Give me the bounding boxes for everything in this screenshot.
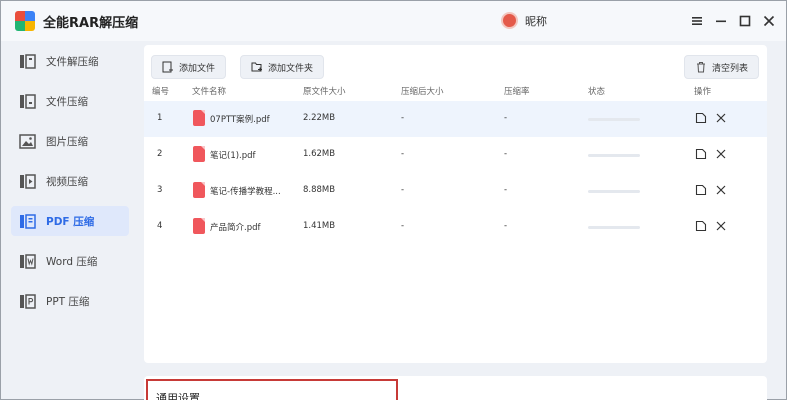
remove-icon[interactable] bbox=[715, 220, 727, 232]
user-name[interactable]: 昵称 bbox=[525, 13, 547, 29]
file-list-panel: 添加文件 添加文件夹 清空列表 编号 文件名称 原文件大小 压缩后大小 压缩率 … bbox=[144, 45, 767, 363]
comp-size: - bbox=[401, 185, 405, 195]
close-icon[interactable] bbox=[761, 13, 777, 29]
row-index: 1 bbox=[157, 113, 163, 123]
app-window: 全能RAR解压缩 昵称 文件解压缩 文件压缩 图片压缩 视频压缩 PDF 压缩 … bbox=[0, 0, 787, 400]
orig-size: 1.41MB bbox=[303, 221, 336, 231]
row-index: 2 bbox=[157, 149, 163, 159]
remove-icon[interactable] bbox=[715, 148, 727, 160]
open-folder-icon[interactable] bbox=[695, 148, 707, 160]
sidebar: 文件解压缩 文件压缩 图片压缩 视频压缩 PDF 压缩 Word 压缩 PPT … bbox=[1, 41, 137, 400]
app-logo-icon bbox=[15, 11, 35, 31]
progress-bar bbox=[588, 226, 640, 229]
sidebar-item-label: PDF 压缩 bbox=[46, 215, 95, 228]
title-bar: 全能RAR解压缩 昵称 bbox=[1, 1, 786, 41]
video-icon bbox=[20, 173, 36, 189]
progress-bar bbox=[588, 190, 640, 193]
sidebar-item-label: 视频压缩 bbox=[46, 175, 88, 188]
ratio: - bbox=[504, 149, 508, 159]
table-row[interactable]: 2 笔记(1).pdf 1.62MB - - bbox=[144, 137, 767, 173]
archive-compress-icon bbox=[20, 93, 36, 109]
add-file-label: 添加文件 bbox=[179, 63, 216, 74]
comp-size: - bbox=[401, 113, 405, 123]
col-index: 编号 bbox=[152, 87, 170, 97]
sidebar-item-label: Word 压缩 bbox=[46, 255, 98, 268]
col-ops: 操作 bbox=[694, 87, 712, 97]
sidebar-item-ppt[interactable]: PPT 压缩 bbox=[11, 286, 129, 316]
col-name: 文件名称 bbox=[192, 87, 227, 97]
orig-size: 2.22MB bbox=[303, 113, 336, 123]
row-index: 4 bbox=[157, 221, 163, 231]
sidebar-item-compress[interactable]: 文件压缩 bbox=[11, 86, 129, 116]
sidebar-item-video[interactable]: 视频压缩 bbox=[11, 166, 129, 196]
app-title: 全能RAR解压缩 bbox=[43, 16, 139, 31]
col-orig-size: 原文件大小 bbox=[303, 87, 346, 97]
file-name: 产品简介.pdf bbox=[210, 223, 261, 233]
pdf-icon bbox=[20, 213, 36, 229]
table-row[interactable]: 4 产品简介.pdf 1.41MB - - bbox=[144, 209, 767, 245]
add-folder-icon bbox=[251, 62, 262, 72]
remove-icon[interactable] bbox=[715, 184, 727, 196]
col-ratio: 压缩率 bbox=[504, 87, 530, 97]
settings-panel: 通用设置 bbox=[144, 376, 767, 400]
ratio: - bbox=[504, 185, 508, 195]
file-name: 笔记(1).pdf bbox=[210, 151, 256, 161]
remove-icon[interactable] bbox=[715, 112, 727, 124]
pdf-file-icon bbox=[193, 182, 205, 198]
orig-size: 1.62MB bbox=[303, 149, 336, 159]
open-folder-icon[interactable] bbox=[695, 112, 707, 124]
progress-bar bbox=[588, 154, 640, 157]
user-account[interactable]: 昵称 bbox=[501, 12, 547, 29]
avatar[interactable] bbox=[501, 12, 518, 29]
comp-size: - bbox=[401, 149, 405, 159]
table-header: 编号 文件名称 原文件大小 压缩后大小 压缩率 状态 操作 bbox=[144, 83, 767, 99]
image-icon bbox=[19, 133, 36, 149]
table-row[interactable]: 1 07PTT案例.pdf 2.22MB - - bbox=[144, 101, 767, 137]
pdf-file-icon bbox=[193, 146, 205, 162]
open-folder-icon[interactable] bbox=[695, 184, 707, 196]
file-name: 笔记-传播学教程... bbox=[210, 187, 281, 197]
pdf-file-icon bbox=[193, 218, 205, 234]
sidebar-item-label: 图片压缩 bbox=[46, 135, 88, 148]
add-file-icon bbox=[162, 61, 173, 73]
ratio: - bbox=[504, 113, 508, 123]
sidebar-item-image[interactable]: 图片压缩 bbox=[11, 126, 129, 156]
sidebar-item-label: 文件解压缩 bbox=[46, 55, 99, 68]
archive-extract-icon bbox=[20, 53, 36, 69]
clear-list-label: 清空列表 bbox=[712, 63, 749, 74]
row-index: 3 bbox=[157, 185, 163, 195]
ratio: - bbox=[504, 221, 508, 231]
table-row[interactable]: 3 笔记-传播学教程... 8.88MB - - bbox=[144, 173, 767, 209]
settings-highlight: 通用设置 bbox=[146, 379, 398, 400]
ppt-icon bbox=[20, 293, 36, 309]
clear-list-button[interactable]: 清空列表 bbox=[684, 55, 760, 79]
file-name: 07PTT案例.pdf bbox=[210, 115, 270, 125]
sidebar-item-label: PPT 压缩 bbox=[46, 295, 90, 308]
maximize-icon[interactable] bbox=[737, 13, 753, 29]
comp-size: - bbox=[401, 221, 405, 231]
col-comp-size: 压缩后大小 bbox=[401, 87, 444, 97]
sidebar-item-word[interactable]: Word 压缩 bbox=[11, 246, 129, 276]
settings-title: 通用设置 bbox=[156, 392, 200, 400]
progress-bar bbox=[588, 118, 640, 121]
minimize-icon[interactable] bbox=[713, 13, 729, 29]
col-status: 状态 bbox=[588, 87, 606, 97]
orig-size: 8.88MB bbox=[303, 185, 336, 195]
word-icon bbox=[20, 253, 36, 269]
add-folder-label: 添加文件夹 bbox=[268, 63, 314, 74]
pdf-file-icon bbox=[193, 110, 205, 126]
add-folder-button[interactable]: 添加文件夹 bbox=[240, 55, 325, 79]
add-file-button[interactable]: 添加文件 bbox=[151, 55, 227, 79]
sidebar-item-label: 文件压缩 bbox=[46, 95, 88, 108]
menu-icon[interactable] bbox=[689, 13, 705, 29]
trash-icon bbox=[697, 62, 705, 73]
open-folder-icon[interactable] bbox=[695, 220, 707, 232]
sidebar-item-extract[interactable]: 文件解压缩 bbox=[11, 46, 129, 76]
sidebar-item-pdf[interactable]: PDF 压缩 bbox=[11, 206, 129, 236]
